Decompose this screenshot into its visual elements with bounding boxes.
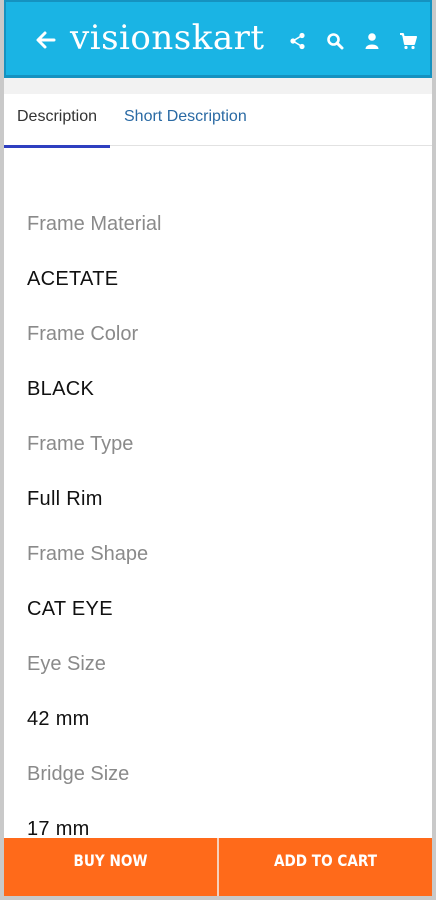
- spec-label-eye-size: Eye Size: [27, 653, 106, 675]
- spec-value-frame-shape: CAT EYE: [27, 598, 113, 620]
- action-divider: [217, 838, 219, 896]
- buy-now-button[interactable]: BUY NOW: [20, 838, 201, 896]
- spec-value-eye-size: 42 mm: [27, 708, 90, 730]
- spec-value-frame-type: Full Rim: [27, 488, 103, 510]
- spec-label-frame-shape: Frame Shape: [27, 543, 149, 565]
- spec-label-frame-material: Frame Material: [27, 213, 162, 235]
- spec-label-frame-type: Frame Type: [27, 433, 134, 455]
- spec-value-frame-color: BLACK: [27, 378, 95, 400]
- user-icon[interactable]: [363, 32, 381, 50]
- app-header: visionskart: [4, 0, 432, 78]
- action-bar: BUY NOW ADD TO CART: [4, 838, 432, 896]
- cart-icon[interactable]: [399, 32, 417, 50]
- tab-bar: Description Short Description: [4, 94, 432, 148]
- spec-label-bridge-size: Bridge Size: [27, 763, 130, 785]
- tab-short-description[interactable]: Short Description: [124, 108, 247, 146]
- header-spacer: [4, 78, 432, 94]
- add-to-cart-button[interactable]: ADD TO CART: [235, 838, 416, 896]
- back-arrow-icon[interactable]: [34, 29, 56, 51]
- search-icon[interactable]: [326, 32, 344, 50]
- spec-label-frame-color: Frame Color: [27, 323, 139, 345]
- tab-description[interactable]: Description: [4, 108, 110, 148]
- brand-logo[interactable]: visionskart: [70, 18, 265, 58]
- share-icon[interactable]: [289, 32, 307, 50]
- spec-value-frame-material: ACETATE: [27, 268, 119, 290]
- spec-list: Frame Material ACETATE Frame Color BLACK…: [27, 208, 161, 868]
- app-frame: visionskart Description Short Descriptio…: [0, 0, 436, 900]
